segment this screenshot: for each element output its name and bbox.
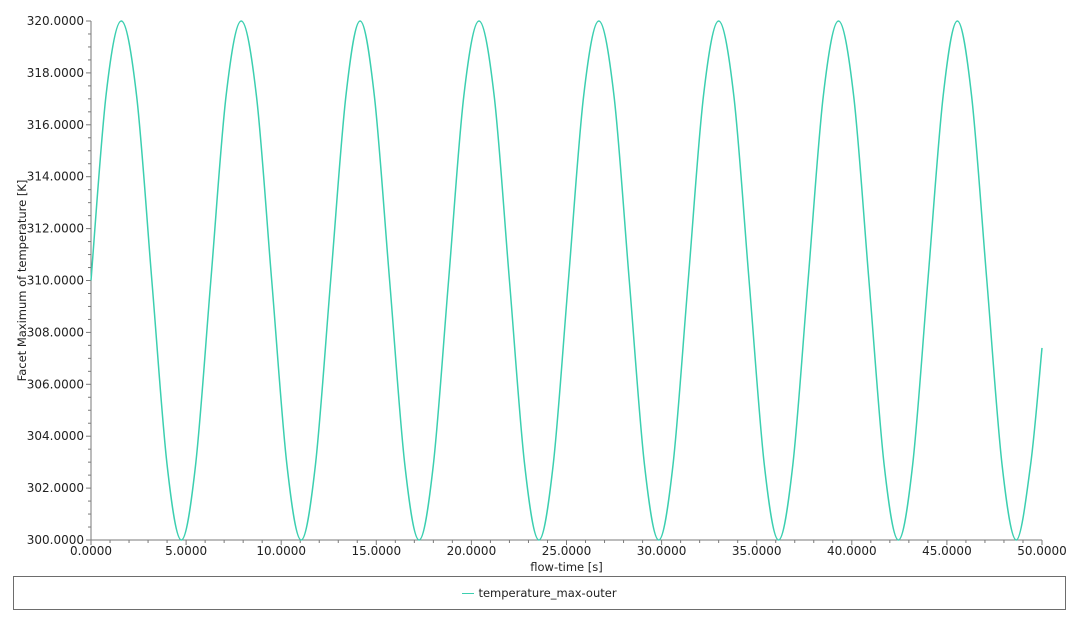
y-tick-label: 310.0000 xyxy=(27,274,84,288)
legend: temperature_max-outer xyxy=(13,576,1066,610)
y-tick-label: 316.0000 xyxy=(27,118,84,132)
x-axis-title: flow-time [s] xyxy=(530,560,602,574)
x-tick-label: 0.0000 xyxy=(70,544,112,558)
legend-item[interactable]: temperature_max-outer xyxy=(462,586,617,600)
x-tick-label: 45.0000 xyxy=(922,544,972,558)
y-tick-label: 308.0000 xyxy=(27,325,84,339)
x-tick-label: 35.0000 xyxy=(732,544,782,558)
chart-plot: 300.0000302.0000304.0000306.0000308.0000… xyxy=(15,14,1067,574)
x-tick-label: 25.0000 xyxy=(542,544,592,558)
y-tick-label: 306.0000 xyxy=(27,377,84,391)
x-tick-label: 40.0000 xyxy=(827,544,877,558)
x-tick-label: 30.0000 xyxy=(637,544,687,558)
series-layer xyxy=(90,20,1043,541)
y-tick-label: 312.0000 xyxy=(27,222,84,236)
x-tick-label: 20.0000 xyxy=(447,544,497,558)
x-tick-label: 5.0000 xyxy=(165,544,207,558)
x-axis: 0.0000 5.0000 10.0000 15.0000 20.0000 25.0000… xyxy=(70,539,1067,558)
x-tick-label: 15.0000 xyxy=(351,544,401,558)
y-axis-title: Facet Maximum of temperature [K] xyxy=(15,180,29,382)
y-axis: 300.0000302.0000304.0000306.0000308.0000… xyxy=(27,14,92,547)
y-tick-label: 302.0000 xyxy=(27,481,84,495)
legend-swatch xyxy=(462,592,475,594)
x-tick-label: 10.0000 xyxy=(256,544,306,558)
series-line-0[interactable] xyxy=(90,20,1043,541)
y-tick-label: 318.0000 xyxy=(27,66,84,80)
chart-container: 300.0000 302.0000 304.0000 306.0000 308.0000… xyxy=(0,0,1080,624)
legend-label: temperature_max-outer xyxy=(478,586,617,600)
y-tick-label: 304.0000 xyxy=(27,429,84,443)
y-tick-label: 314.0000 xyxy=(27,170,84,184)
x-tick-label: 50.0000 xyxy=(1017,544,1067,558)
y-tick-label: 320.0000 xyxy=(27,14,84,28)
